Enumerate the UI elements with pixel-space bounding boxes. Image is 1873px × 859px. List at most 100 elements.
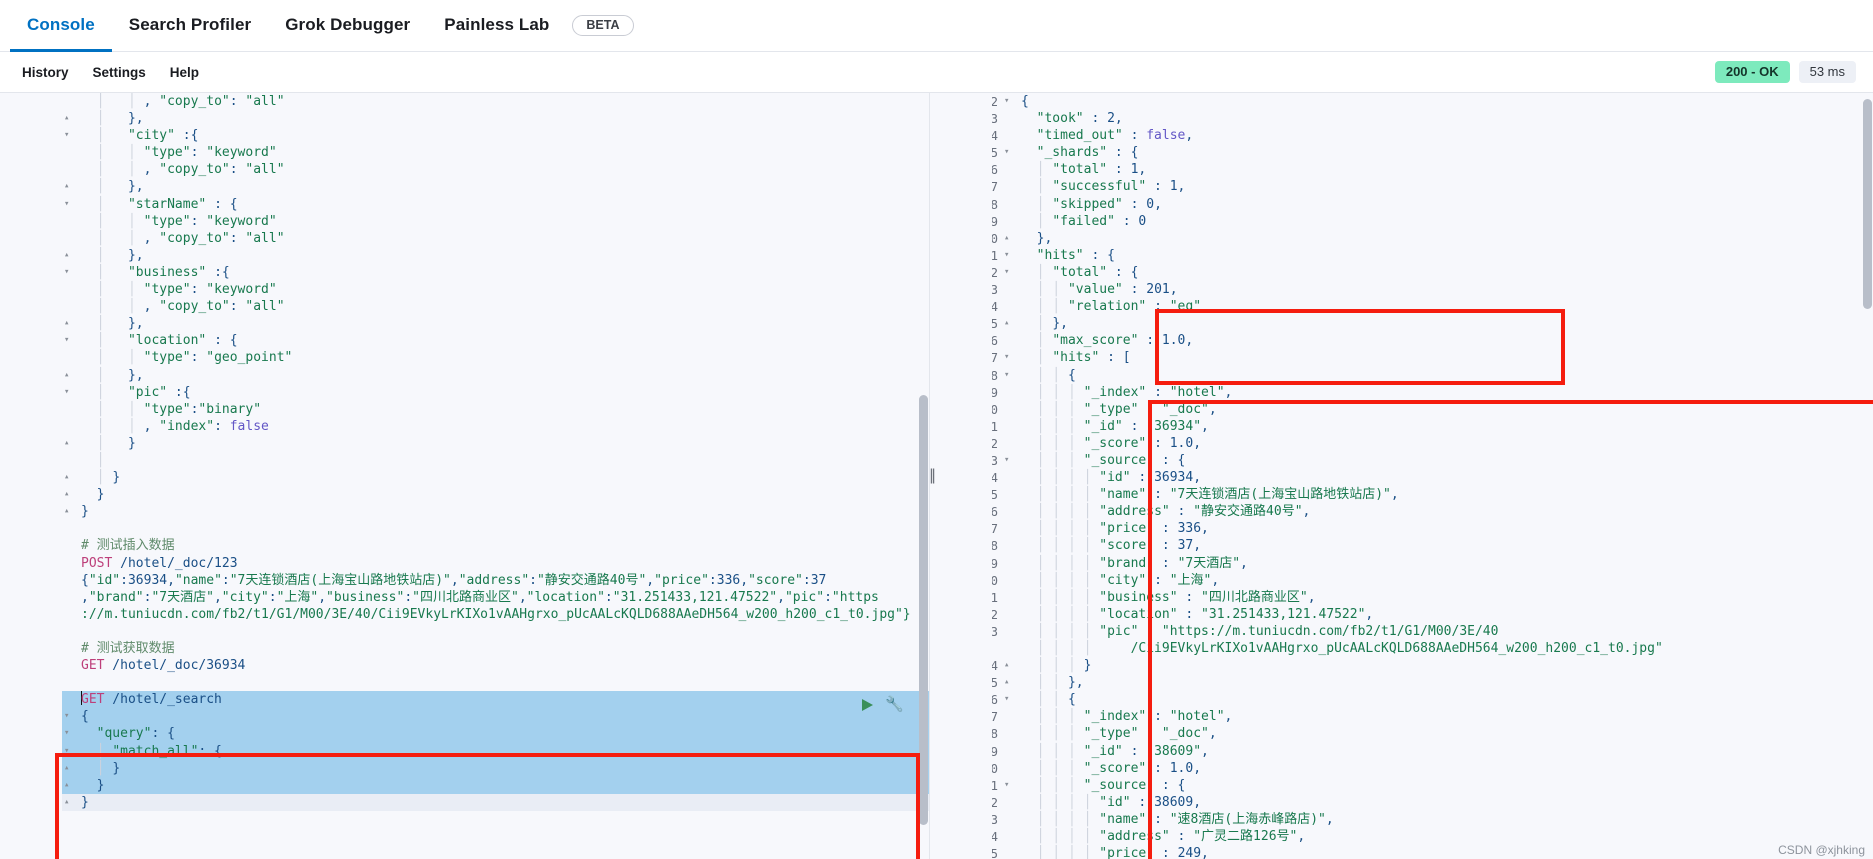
code-text: │ │ , "index": false (75, 418, 929, 435)
response-scroll-thumb[interactable] (1863, 99, 1872, 309)
fold-toggle-icon[interactable]: ▴ (1002, 674, 1015, 691)
code-text: │ }, (75, 315, 929, 332)
code-text: │ │ "type": "keyword" (75, 144, 929, 161)
code-text: │ │ }, (1015, 674, 1873, 691)
subnav-item-settings[interactable]: Settings (81, 65, 158, 80)
token-guide: │ │ │ (1021, 435, 1084, 451)
token-n: 336 (716, 572, 741, 588)
fold-toggle-icon[interactable]: ▴ (62, 794, 75, 811)
token-k: : (1130, 470, 1155, 486)
token-k: } (81, 504, 89, 520)
tab-grok-debugger[interactable]: Grok Debugger (268, 0, 427, 52)
token-k: : { (151, 726, 175, 742)
fold-toggle-icon[interactable]: ▾ (62, 725, 75, 742)
fold-toggle-icon[interactable]: ▾ (62, 127, 75, 144)
token-k: } (81, 487, 105, 503)
token-guide: │ (81, 128, 128, 144)
token-guide: │ (81, 196, 128, 212)
fold-toggle-icon[interactable]: ▾ (1002, 93, 1015, 110)
fold-toggle-icon[interactable]: ▾ (1002, 247, 1015, 264)
code-line: 154 │ │ "type":"binary" (0, 401, 929, 418)
code-line: 162# 测试插入数据 (0, 537, 929, 554)
code-line: ,"brand":"7天酒店","city":"上海","business":"… (0, 589, 929, 606)
fold-toggle-icon[interactable]: ▴ (62, 435, 75, 452)
fold-toggle-icon[interactable]: ▴ (62, 367, 75, 384)
code-line: 19 │ │ │ "_index" : "hotel", (930, 384, 1873, 401)
fold-toggle-icon[interactable]: ▾ (1002, 452, 1015, 469)
code-line: 22 │ │ │ "_score" : 1.0, (930, 435, 1873, 452)
fold-toggle-icon[interactable]: ▴ (62, 777, 75, 794)
play-icon[interactable] (862, 698, 873, 711)
fold-toggle-icon[interactable]: ▾ (62, 264, 75, 281)
code-line: 3 "took" : 2, (930, 110, 1873, 127)
pane-splitter[interactable]: || (929, 92, 935, 859)
fold-toggle-icon[interactable]: ▴ (62, 469, 75, 486)
code-line: 149▴ │ }, (0, 315, 929, 332)
token-guide: │ │ │ │ (1021, 811, 1100, 827)
token-s: "31.251433,121.47522" (612, 589, 778, 605)
fold-toggle-icon[interactable]: ▴ (62, 760, 75, 777)
token-guide: │ │ (81, 213, 144, 229)
subnav-item-help[interactable]: Help (158, 65, 211, 80)
token-k: : (404, 589, 413, 605)
fold-toggle-icon[interactable]: ▾ (1002, 777, 1015, 794)
fold-toggle-icon[interactable]: ▴ (62, 178, 75, 195)
request-scroll-thumb[interactable] (919, 395, 928, 825)
code-line: 155 │ │ , "index": false (0, 418, 929, 435)
token-guide: │ (81, 384, 128, 400)
token-s: "_type" (1083, 401, 1139, 417)
token-k: , (167, 572, 175, 588)
token-k: : (190, 350, 207, 366)
fold-toggle-icon[interactable]: ▴ (1002, 657, 1015, 674)
fold-toggle-icon[interactable]: ▴ (62, 315, 75, 332)
token-guide: │ │ │ (1021, 401, 1084, 417)
token-s: "relation" (1067, 299, 1147, 315)
tab-search-profiler[interactable]: Search Profiler (112, 0, 268, 52)
fold-toggle-icon[interactable]: ▾ (62, 743, 75, 760)
request-editor[interactable]: 136 │ │ , "copy_to": "all"137▴ │ },138▾ … (0, 92, 930, 859)
tab-painless-lab[interactable]: Painless Lab (427, 0, 566, 52)
code-text: │ │ { (1015, 367, 1873, 384)
fold-toggle-icon[interactable]: ▴ (62, 503, 75, 520)
code-line: 172▾ │ "match_all": { (0, 742, 929, 760)
token-s: "name" (174, 572, 222, 588)
code-line: 5 ▾ "_shards" : { (930, 144, 1873, 161)
token-k: : (229, 299, 246, 315)
code-line: 170▾{ (0, 708, 929, 726)
token-n: 38609, (1154, 794, 1202, 810)
token-s: "_type" (1083, 726, 1139, 742)
fold-toggle-icon[interactable]: ▴ (1002, 230, 1015, 247)
request-horizontal-scrollbar[interactable] (0, 850, 929, 859)
fold-toggle-icon[interactable]: ▾ (1002, 367, 1015, 384)
subnav-item-history[interactable]: History (10, 65, 81, 80)
fold-toggle-icon[interactable]: ▾ (1002, 144, 1015, 161)
code-text: │ "pic" :{ (75, 384, 929, 401)
tab-console[interactable]: Console (10, 0, 112, 52)
code-line: 146▾ │ "business" :{ (0, 264, 929, 281)
response-vertical-scrollbar[interactable] (1863, 95, 1872, 857)
fold-toggle-icon[interactable]: ▾ (1002, 264, 1015, 281)
fold-toggle-icon[interactable]: ▾ (1002, 691, 1015, 708)
code-text: │ │ │ │ "brand" : "7天酒店", (1015, 555, 1873, 572)
request-editor-code[interactable]: 136 │ │ , "copy_to": "all"137▴ │ },138▾ … (0, 93, 929, 859)
code-line: │ │ │ │ /Cii9EVkyLrKIXo1vAAHgrxo_pUcAALc… (930, 640, 1873, 657)
request-vertical-scrollbar[interactable] (919, 95, 928, 857)
token-k: , (450, 572, 459, 588)
fold-toggle-icon[interactable]: ▴ (62, 247, 75, 264)
fold-toggle-icon[interactable]: ▴ (1002, 315, 1015, 332)
response-viewer[interactable]: 2 ▾{3 "took" : 2, 4 "timed_out" : false, 5 ▾… (930, 92, 1873, 859)
fold-toggle-icon[interactable]: ▴ (62, 110, 75, 127)
wrench-icon[interactable]: 🔧 (885, 697, 904, 712)
code-line: 31 │ │ │ │ "business" : "四川北路商业区", (930, 589, 1873, 606)
code-text: │ │ │ } (1015, 657, 1873, 674)
fold-toggle-icon[interactable]: ▴ (62, 486, 75, 503)
fold-toggle-icon[interactable]: ▾ (62, 384, 75, 401)
token-guide: │ │ (81, 145, 144, 161)
code-line: 163POST /hotel/_doc/123 (0, 555, 929, 572)
code-text: │ "total" : 1, (1015, 161, 1873, 178)
request-actions[interactable]: 🔧 (862, 697, 904, 712)
fold-toggle-icon[interactable]: ▾ (1002, 349, 1015, 366)
fold-toggle-icon[interactable]: ▾ (62, 332, 75, 349)
fold-toggle-icon[interactable]: ▾ (62, 708, 75, 725)
fold-toggle-icon[interactable]: ▾ (62, 196, 75, 213)
